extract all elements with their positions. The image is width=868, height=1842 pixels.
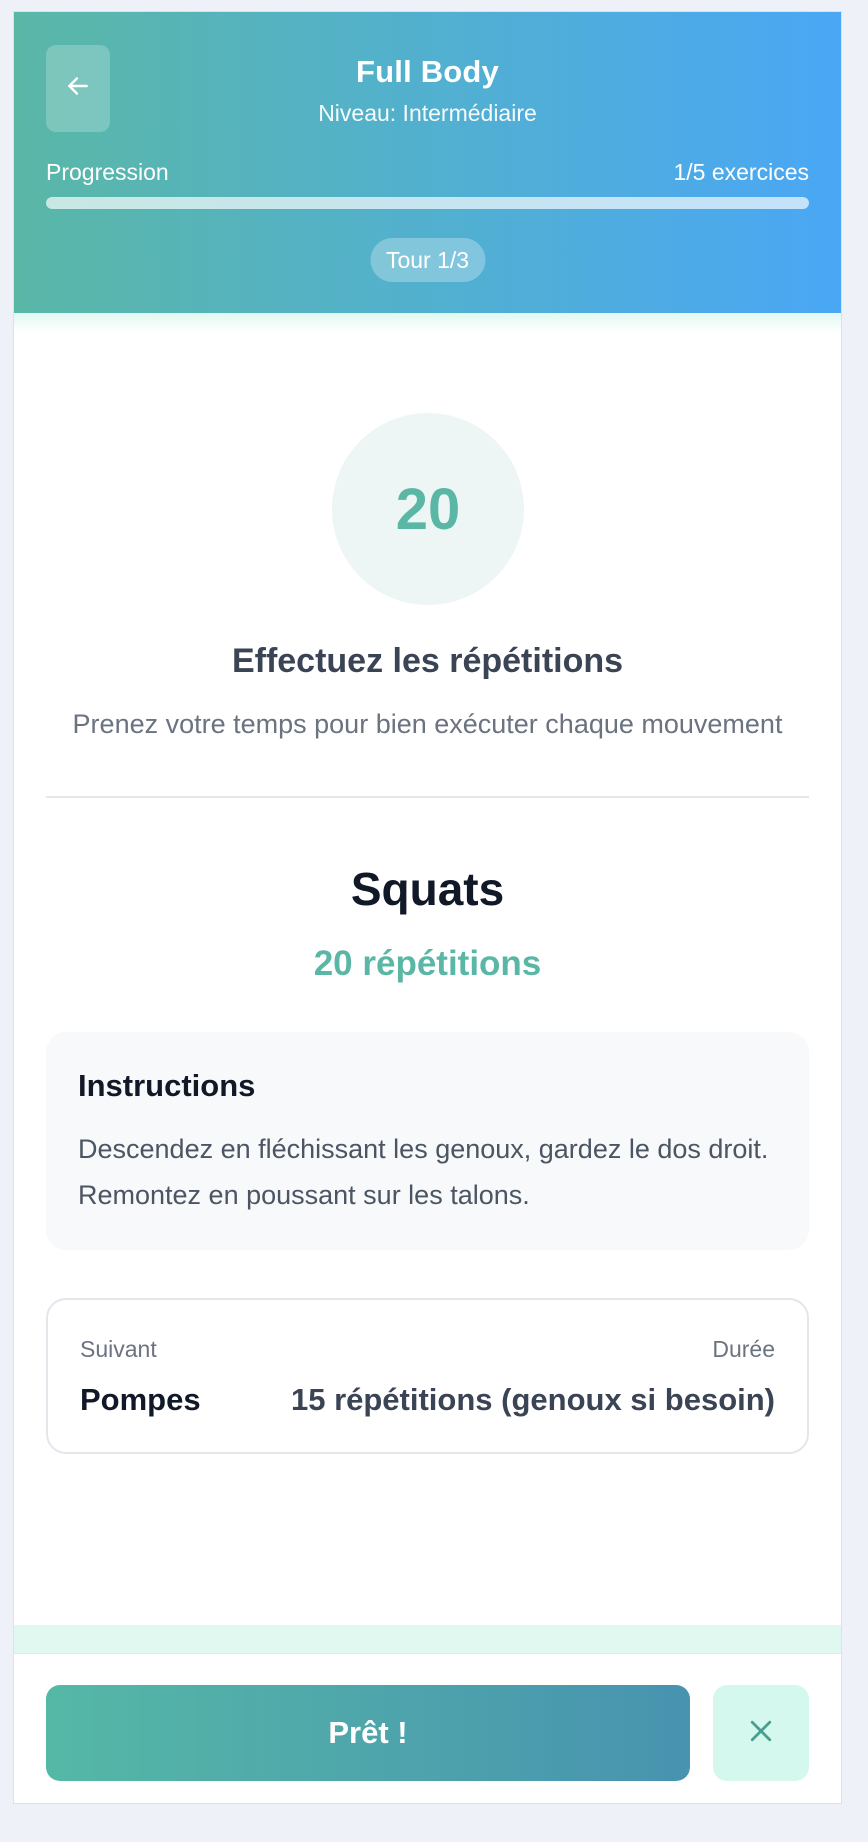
instructions-heading: Instructions <box>78 1068 256 1103</box>
progress-bar-fill <box>46 197 809 209</box>
instruction-title: Effectuez les répétitions <box>231 642 624 680</box>
action-footer: Prêt ! <box>14 1653 841 1803</box>
workout-title: Full Body <box>355 54 499 89</box>
progress-label: Progression <box>46 159 169 185</box>
rep-counter: 20 <box>332 413 524 605</box>
divider <box>46 796 809 798</box>
close-icon <box>746 1716 776 1751</box>
header-fade <box>14 313 841 333</box>
next-exercise-duration: 15 répétitions (genoux si besoin) <box>290 1382 775 1417</box>
instructions-text: Descendez en fléchissant les genoux, gar… <box>78 1134 769 1210</box>
workout-header: Full Body Niveau: Intermédiaire Progress… <box>14 12 841 313</box>
next-exercise-name: Pompes <box>80 1382 201 1417</box>
close-button[interactable] <box>713 1685 809 1781</box>
footer-fade <box>14 1625 841 1653</box>
workout-level: Niveau: Intermédiaire <box>318 100 537 126</box>
ready-button[interactable]: Prêt ! <box>46 1685 690 1781</box>
next-label: Suivant <box>80 1336 157 1362</box>
instructions-card: Instructions Descendez en fléchissant le… <box>46 1032 809 1250</box>
round-badge: Tour 1/3 <box>369 238 486 282</box>
next-exercise-card: Suivant Durée Pompes 15 répétitions (gen… <box>46 1298 809 1454</box>
progress-count: 1/5 exercices <box>673 159 809 185</box>
duration-label: Durée <box>712 1336 775 1362</box>
progress-bar <box>46 197 809 209</box>
workout-screen: Full Body Niveau: Intermédiaire Progress… <box>13 11 842 1804</box>
exercise-reps: 20 répétitions <box>313 944 542 983</box>
instruction-subtitle: Prenez votre temps pour bien exécuter ch… <box>72 709 783 739</box>
exercise-name: Squats <box>350 863 505 915</box>
